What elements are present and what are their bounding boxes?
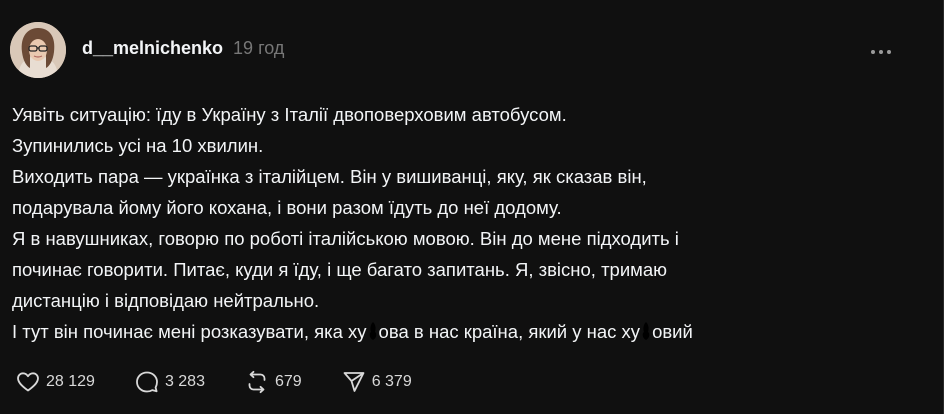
username[interactable]: d__melnichenko	[82, 38, 223, 59]
comment-bubble-icon	[136, 371, 158, 393]
send-icon	[343, 372, 365, 392]
like-count: 28 129	[46, 373, 95, 390]
repost-count: 679	[274, 373, 302, 390]
text-segment: овий	[652, 321, 693, 342]
reply-button[interactable]: 3 283	[135, 370, 205, 394]
post-text-line: Зупинились усі на 10 хвилин.	[12, 135, 264, 156]
share-button[interactable]: 6 379	[342, 370, 412, 394]
post-text-line: Уявіть ситуацію: їду в Україну з Італії …	[12, 104, 567, 125]
censor-emoji-icon	[642, 322, 650, 340]
post-text-line: Виходить пара — українка з італійцем. Ві…	[12, 166, 647, 187]
avatar[interactable]	[10, 22, 66, 78]
more-dots-icon[interactable]	[869, 40, 893, 64]
text-segment: І тут він починає мені розказувати, яка …	[12, 321, 367, 342]
post-text-line: дистанцію і відповідаю нейтрально.	[12, 290, 320, 311]
share-count: 6 379	[371, 373, 412, 390]
post-text-line: Я в навушниках, говорю по роботі італійс…	[12, 228, 679, 249]
heart-icon	[17, 372, 39, 392]
thread-post: d__melnichenko 19 год Уявіть ситуацію: ї…	[0, 0, 944, 414]
repost-arrows-icon	[248, 370, 266, 394]
post-text-line: подарувала йому його кохана, і вони разо…	[12, 197, 562, 218]
like-button[interactable]: 28 129	[16, 370, 95, 394]
post-header: d__melnichenko 19 год	[82, 38, 284, 59]
text-segment: ова в нас країна, який у нас ху	[378, 321, 641, 342]
post-text-line-censored: І тут він починає мені розказувати, яка …	[12, 316, 922, 347]
reply-count: 3 283	[164, 373, 205, 390]
action-bar: 28 129 3 283 679 6 379	[16, 370, 452, 394]
post-text-line: починає говорити. Питає, куди я їду, і щ…	[12, 259, 668, 280]
avatar-photo	[10, 22, 66, 78]
timestamp[interactable]: 19 год	[233, 38, 284, 59]
post-text: Уявіть ситуацію: їду в Україну з Італії …	[12, 99, 922, 347]
censor-emoji-icon	[369, 322, 376, 340]
repost-button[interactable]: 679	[245, 370, 302, 394]
